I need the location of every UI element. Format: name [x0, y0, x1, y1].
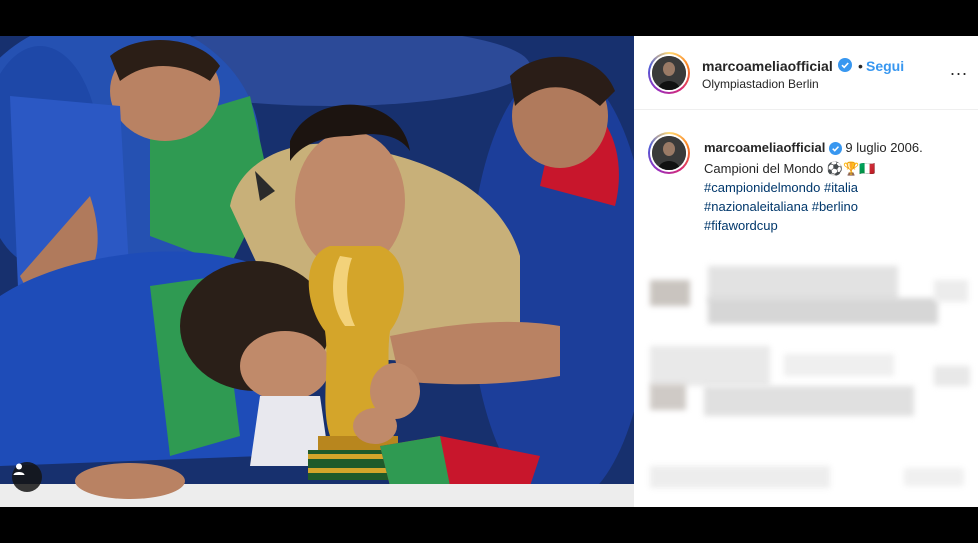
follow-button[interactable]: Segui [866, 58, 904, 74]
post-location[interactable]: Olympiastadion Berlin [702, 77, 819, 91]
hashtag-link[interactable]: #fifawordcup [704, 218, 778, 233]
post-side-panel: marcoameliaofficial • Segui Olympiastadi… [634, 36, 978, 507]
user-tag-icon[interactable] [12, 462, 42, 492]
hashtag-link[interactable]: #berlino [812, 199, 858, 214]
caption-username[interactable]: marcoameliaofficial [704, 140, 825, 155]
hashtag-link[interactable]: #italia [824, 180, 858, 195]
world-cup-celebration-image [0, 36, 634, 507]
letterbox-bottom [0, 507, 978, 543]
hashtag-link[interactable]: #nazionaleitaliana [704, 199, 808, 214]
caption-first-line: marcoameliaofficial 9 luglio 2006. [704, 140, 923, 158]
post-username[interactable]: marcoameliaofficial [702, 58, 833, 74]
verified-badge-icon [829, 142, 843, 158]
letterbox-top [0, 0, 978, 36]
caption-avatar[interactable] [648, 132, 690, 174]
caption-text: Campioni del Mondo ⚽🏆🇮🇹 [704, 161, 876, 176]
verified-badge-icon [838, 58, 852, 77]
post-photo[interactable] [0, 36, 634, 507]
separator-dot: • [858, 58, 863, 74]
post-header: marcoameliaofficial • Segui Olympiastadi… [634, 36, 978, 110]
caption-body: Campioni del Mondo ⚽🏆🇮🇹 #campionidelmond… [704, 159, 875, 235]
more-options-icon[interactable]: ... [950, 60, 968, 78]
profile-avatar[interactable] [648, 52, 690, 94]
hashtag-link[interactable]: #campionidelmondo [704, 180, 820, 195]
caption-date: 9 luglio 2006. [845, 140, 923, 155]
